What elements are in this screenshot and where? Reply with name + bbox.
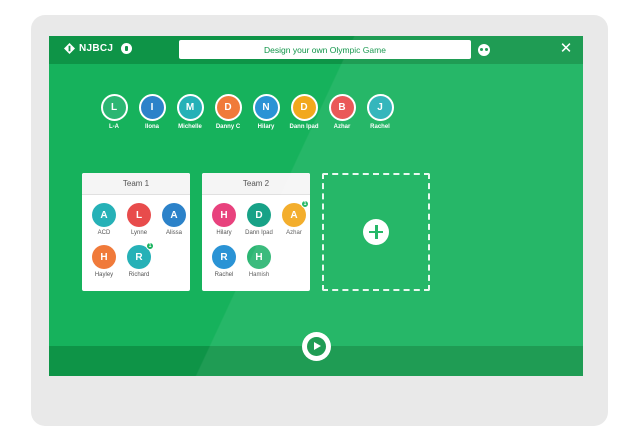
avatar: H [212,203,236,227]
player-chip[interactable]: L L-A [99,94,129,130]
player-name: Hilary [216,230,232,236]
count-badge: 1 [301,200,309,208]
team-card-1[interactable]: Team 1 A ACD L Lynne A Alissa H Hayley R 1 Richard [82,173,190,291]
player-name: ACD [97,230,111,236]
player-chip[interactable]: D Dann Ipad [289,94,319,130]
player-name: Alissa [165,230,182,236]
avatar: A [92,203,116,227]
count-badge: 1 [146,242,154,250]
play-icon [307,337,326,356]
team-members: H Hilary D Dann Ipad A 1 Azhar R Rachel H Hamish [202,195,310,278]
team-members: A ACD L Lynne A Alissa H Hayley R 1 Richard [82,195,190,278]
player-name: L-A [109,124,119,130]
avatar: H [92,245,116,269]
team-title: Team 1 [82,173,190,195]
close-button[interactable]: ✕ [558,40,574,58]
plus-icon [363,219,389,245]
player-chip[interactable]: I Ilona [137,94,167,130]
player-name: Hilary [257,124,275,130]
avatar: B [328,94,356,121]
player-chip[interactable]: A 1 Azhar [278,200,310,236]
mascot-icon[interactable] [478,44,490,56]
player-name: Michelle [178,124,202,130]
app-screen: NJBCJ Design your own Olympic Game ✕ L L-… [49,36,583,376]
player-name: Richard [128,272,150,278]
player-name: Azhar [286,230,302,236]
player-chip[interactable]: H Hamish [243,245,275,278]
avatar: D [214,94,242,121]
player-chip[interactable]: R Rachel [208,245,240,278]
player-chip[interactable]: D Danny C [213,94,243,130]
player-name: Danny C [215,124,241,130]
brand-name: NJBCJ [79,43,114,54]
player-name: Ilona [144,124,159,130]
player-chip[interactable]: D Dann Ipad [243,203,275,236]
add-team-button[interactable] [322,173,430,291]
player-chip[interactable]: R 1 Richard [123,242,155,278]
avatar: L [100,94,128,121]
avatar: H [247,245,271,269]
player-name: Rachel [370,124,390,130]
player-name: Dann Ipad [289,124,319,130]
player-chip[interactable]: M Michelle [175,94,205,130]
lightbulb-icon[interactable] [121,43,133,54]
player-name: Rachel [214,272,234,278]
player-chip[interactable]: L Lynne [123,203,155,236]
unassigned-players: L L-A I Ilona M Michelle D Danny C N Hilary D Dann … [99,94,395,130]
player-name: Lynne [130,230,148,236]
player-name: Dann Ipad [245,230,273,236]
player-chip[interactable]: J Rachel [365,94,395,130]
player-chip[interactable]: N Hilary [251,94,281,130]
player-name: Hayley [94,272,114,278]
avatar: I [138,94,166,121]
avatar: M [176,94,204,121]
team-title: Team 2 [202,173,310,195]
player-chip[interactable]: A Alissa [158,203,190,236]
top-bar: NJBCJ Design your own Olympic Game ✕ [49,36,583,64]
activity-title[interactable]: Design your own Olympic Game [179,40,471,59]
player-chip[interactable]: B Azhar [327,94,357,130]
player-chip[interactable]: H Hayley [88,245,120,278]
player-name: Azhar [333,124,351,130]
brand: NJBCJ [64,43,133,54]
player-name: Hamish [248,272,270,278]
avatar: L [127,203,151,227]
play-button[interactable] [302,332,331,361]
player-chip[interactable]: A ACD [88,203,120,236]
avatar: A1 [282,200,309,227]
avatar: R [212,245,236,269]
logo-icon [64,43,75,54]
avatar: A [162,203,186,227]
avatar: N [252,94,280,121]
avatar: J [366,94,394,121]
player-chip[interactable]: H Hilary [208,203,240,236]
avatar: D [290,94,318,121]
avatar: R1 [127,242,154,269]
avatar: D [247,203,271,227]
team-card-2[interactable]: Team 2 H Hilary D Dann Ipad A 1 Azhar R Rachel H H… [202,173,310,291]
